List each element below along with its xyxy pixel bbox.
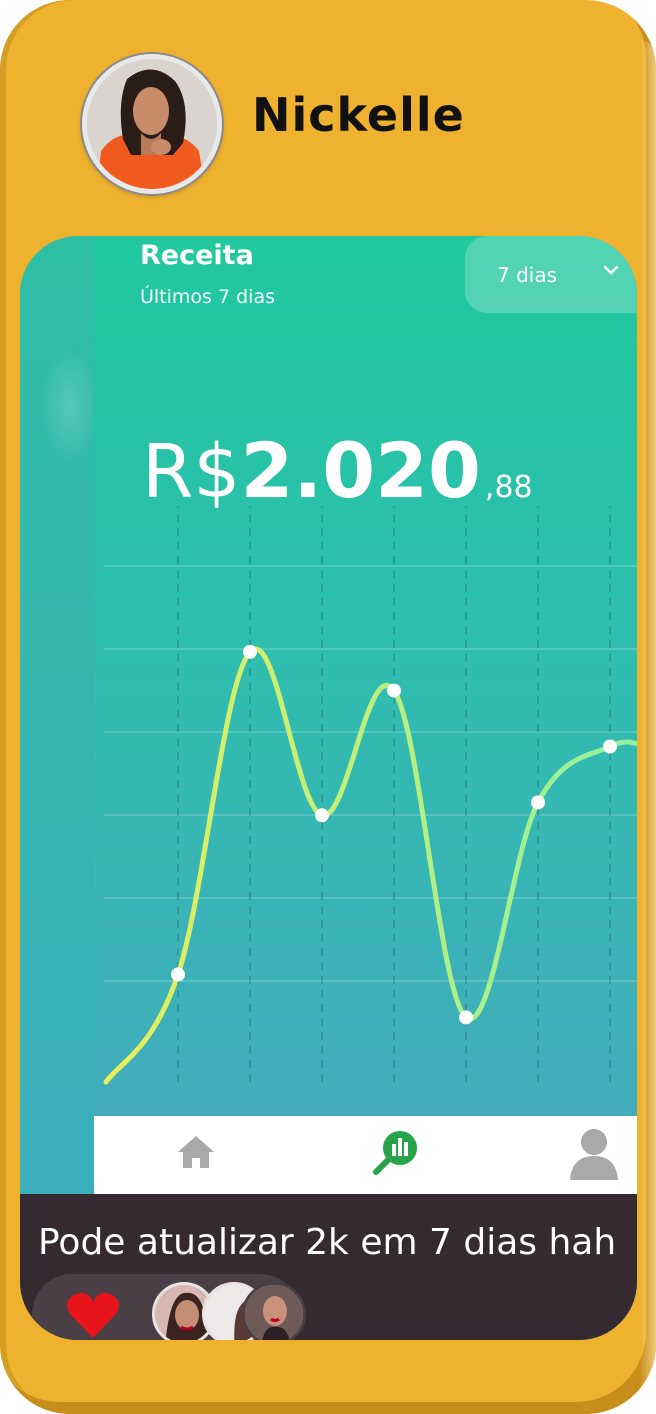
currency-symbol: R$ [142,429,241,515]
amount-decimal: ,88 [484,470,533,505]
heart-icon[interactable] [66,1292,120,1340]
caption-bar: Pode atualizar 2k em 7 dias hah [20,1194,637,1340]
amount-integer: 2.020 [240,426,481,515]
home-icon[interactable] [174,1130,218,1178]
chart-point [603,739,617,754]
story-card: Nickelle Receita Últimos 7 dias 7 dias R… [0,0,656,1414]
reactions-pill[interactable] [32,1274,306,1340]
app-screenshot: Receita Últimos 7 dias 7 dias R$2.020,88 [20,236,637,1340]
screen-edge [20,236,100,1196]
revenue-line-chart [103,506,637,1086]
chart-grid-vertical [177,506,611,1086]
chart-point [315,808,329,823]
revenue-panel: Receita Últimos 7 dias 7 dias R$2.020,88 [94,236,637,1196]
chart-point [531,795,545,810]
bottom-nav [94,1116,637,1196]
viewer-avatar[interactable] [242,1282,306,1340]
chart-point [459,1010,473,1025]
revenue-subtitle: Últimos 7 dias [140,286,275,308]
period-select[interactable]: 7 dias [465,236,637,313]
chart-point [171,967,185,982]
profile-icon[interactable] [568,1126,620,1184]
chart-point [243,644,257,659]
revenue-amount: R$2.020,88 [142,426,533,515]
card-edge-highlight [640,40,656,1400]
chart-series-line [103,646,637,1085]
chevron-down-icon [603,260,619,281]
analytics-icon[interactable] [368,1126,422,1184]
period-label: 7 dias [497,262,558,287]
username[interactable]: Nickelle [252,88,465,142]
story-caption: Pode atualizar 2k em 7 dias hah [38,1222,617,1263]
revenue-title: Receita [140,240,254,271]
profile-avatar[interactable] [82,54,222,194]
profile-photo [87,59,217,189]
chart-point [387,683,401,698]
